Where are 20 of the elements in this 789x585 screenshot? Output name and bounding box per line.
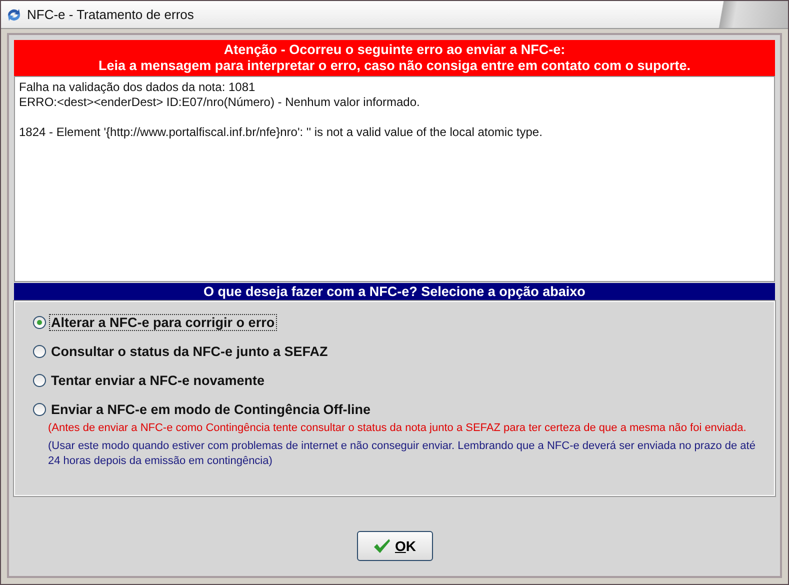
- radio-button[interactable]: [33, 374, 46, 387]
- checkmark-icon: [372, 538, 391, 554]
- option-label[interactable]: Enviar a NFC-e em modo de Contingência Off-line: [49, 401, 373, 418]
- option-label[interactable]: Alterar a NFC-e para corrigir o erro: [49, 314, 277, 331]
- options-header: O que deseja fazer com a NFC-e? Selecione a opção abaixo: [14, 283, 775, 300]
- warning-note: (Antes de enviar a NFC-e como Contingência tente consultar o status da nota junto a SEFAZ para ter certeza de que a mesma não foi enviada.: [48, 421, 748, 436]
- option-label[interactable]: Tentar enviar a NFC-e novamente: [49, 372, 267, 389]
- info-note: (Usar este modo quando estiver com problemas de internet e não conseguir enviar. Lembrando que a NFC-e deverá ser enviada no prazo de até 24 horas depois da emissão em contingência): [48, 439, 756, 469]
- radio-button[interactable]: [33, 403, 46, 416]
- window-title: NFC-e - Tratamento de erros: [27, 7, 194, 22]
- option-label[interactable]: Consultar o status da NFC-e junto a SEFAZ: [49, 343, 330, 360]
- error-message-line: Falha na validação dos dados da nota: 1081: [19, 80, 256, 95]
- error-banner-text: Leia a mensagem para interpretar o erro, caso não consiga entre em contato com o suporte.: [98, 58, 692, 74]
- radio-button[interactable]: [33, 345, 46, 358]
- error-banner-text: Atenção - Ocorreu o seguinte erro ao enviar a NFC-e:: [222, 42, 566, 58]
- error-message-line: ERRO:<dest><enderDest> ID:E07/nro(Número) - Nenhum valor informado.: [19, 95, 421, 110]
- app-icon: [6, 6, 22, 22]
- error-message-line: 1824 - Element '{http://www.portalfiscal.inf.br/nfe}nro': '' is not a valid value of the local atomic type.: [19, 125, 544, 140]
- ok-button[interactable]: OK: [356, 531, 432, 561]
- radio-button[interactable]: [33, 316, 46, 329]
